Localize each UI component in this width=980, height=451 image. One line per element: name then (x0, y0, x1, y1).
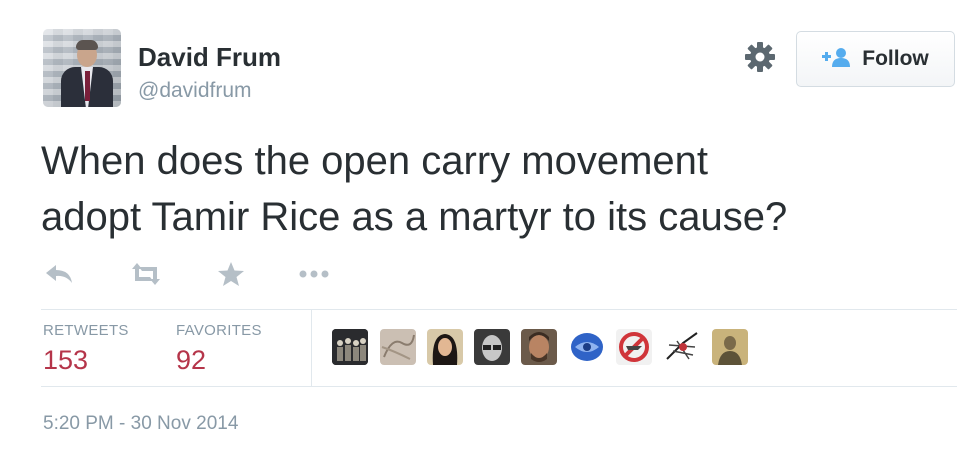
user-avatar-group-icon[interactable] (332, 329, 368, 365)
retweets-label: RETWEETS (43, 322, 129, 339)
user-handle[interactable]: @davidfrum (138, 79, 252, 103)
more-dots-icon (298, 267, 332, 285)
reply-icon (44, 263, 74, 290)
tweet-text-line: adopt Tamir Rice as a martyr to its caus… (41, 195, 788, 239)
more-button[interactable] (298, 262, 332, 290)
gear-icon[interactable] (743, 40, 777, 74)
user-avatar-sketch-icon[interactable] (380, 329, 416, 365)
retweet-icon (128, 262, 164, 290)
favorites-label: FAVORITES (176, 322, 262, 339)
user-avatar-portrait-icon[interactable] (712, 329, 748, 365)
add-user-icon (822, 47, 852, 72)
avatar-tie (85, 71, 90, 101)
stats-top-divider (41, 309, 957, 310)
user-avatar-man-icon[interactable] (521, 329, 557, 365)
reply-button[interactable] (44, 262, 74, 290)
user-avatar-glasses-icon[interactable] (474, 329, 510, 365)
user-avatar-woman-icon[interactable] (427, 329, 463, 365)
favorite-button[interactable] (217, 261, 245, 292)
user-avatar-bird-icon[interactable] (663, 329, 699, 365)
tweet-timestamp[interactable]: 5:20 PM - 30 Nov 2014 (43, 413, 238, 435)
tweet-text-line: When does the open carry movement (41, 139, 709, 183)
favorites-stat[interactable]: FAVORITES 92 (176, 322, 262, 376)
stats-vertical-divider (311, 309, 312, 387)
user-avatar-blue-icon[interactable] (569, 329, 605, 365)
avatar-hair (76, 40, 98, 50)
retweets-stat[interactable]: RETWEETS 153 (43, 322, 129, 376)
user-display-name[interactable]: David Frum (138, 42, 281, 73)
tweet-text: When does the open carry movement adopt … (41, 133, 941, 245)
user-avatar-no-sign-icon[interactable] (616, 329, 652, 365)
star-icon (217, 261, 245, 292)
follow-button-label: Follow (862, 47, 929, 70)
retweets-count: 153 (43, 345, 89, 375)
follow-button[interactable]: Follow (796, 31, 955, 87)
stats-bottom-divider (41, 386, 957, 387)
retweet-button[interactable] (128, 262, 164, 290)
profile-avatar[interactable] (43, 29, 121, 107)
favorites-count: 92 (176, 345, 207, 375)
